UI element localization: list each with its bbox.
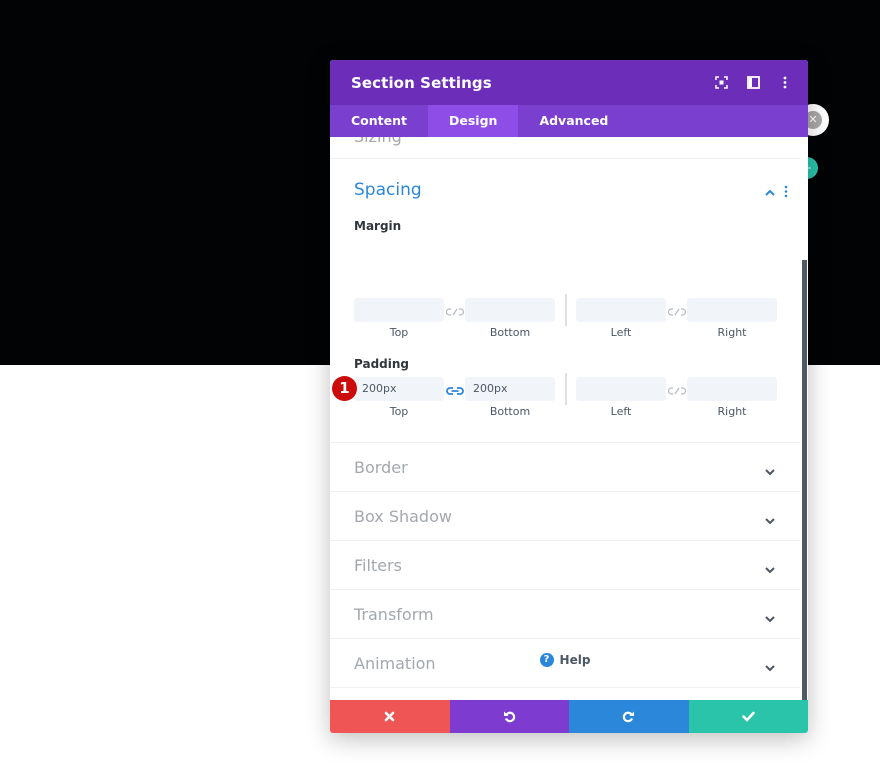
separator xyxy=(565,373,567,405)
margin-left-label: Left xyxy=(610,326,632,339)
padding-right-label: Right xyxy=(717,405,747,418)
help-icon: ? xyxy=(539,653,554,667)
modal-header: Section Settings xyxy=(330,60,808,105)
scrollbar-thumb[interactable] xyxy=(802,260,807,700)
section-transform[interactable]: Transform xyxy=(330,589,800,638)
tab-design[interactable]: Design xyxy=(428,105,519,137)
padding-right-input[interactable] xyxy=(687,377,777,401)
margin-label: Margin xyxy=(354,219,402,233)
padding-left-input[interactable] xyxy=(576,377,666,401)
tab-bar: Content Design Advanced xyxy=(330,105,808,137)
split-view-icon[interactable] xyxy=(744,74,762,92)
margin-right-label: Right xyxy=(717,326,747,339)
chevron-down-icon[interactable] xyxy=(764,511,776,525)
tab-content[interactable]: Content xyxy=(330,105,428,137)
chevron-down-icon[interactable] xyxy=(764,462,776,476)
header-icons xyxy=(712,60,794,105)
modal-title: Section Settings xyxy=(351,73,492,92)
section-title: Border xyxy=(354,458,408,477)
checkmark-icon xyxy=(741,711,755,722)
page: ✕ + Section Settings Content Design Adva… xyxy=(0,0,880,784)
padding-bottom-label: Bottom xyxy=(489,405,531,418)
section-settings-modal: Section Settings Content Design Advanced… xyxy=(330,60,808,733)
padding-bottom-input[interactable]: 200px xyxy=(465,377,555,401)
section-title-sizing[interactable]: Sizing xyxy=(354,137,402,146)
help-label: Help xyxy=(559,653,591,667)
section-title: Transform xyxy=(354,605,434,624)
chevron-down-icon[interactable] xyxy=(764,609,776,623)
more-options-icon[interactable] xyxy=(784,183,792,198)
section-title: Box Shadow xyxy=(354,507,452,526)
padding-left-label: Left xyxy=(610,405,632,418)
settings-body: Sizing Spacing Margin Top Bottom xyxy=(330,137,800,700)
section-border[interactable]: Border xyxy=(330,442,800,491)
linked-icon[interactable] xyxy=(446,382,464,395)
more-options-icon[interactable] xyxy=(776,74,794,92)
chevron-up-icon[interactable] xyxy=(764,183,778,197)
redo-icon xyxy=(623,711,635,723)
help-link[interactable]: ? Help xyxy=(330,653,800,667)
unlinked-icon[interactable] xyxy=(445,303,465,316)
padding-label: Padding xyxy=(354,357,409,371)
focus-mode-icon[interactable] xyxy=(712,74,730,92)
redo-button[interactable] xyxy=(569,700,689,733)
padding-top-label: Top xyxy=(389,405,409,418)
close-icon xyxy=(384,711,395,722)
padding-top-input[interactable]: 200px xyxy=(354,377,444,401)
section-box-shadow[interactable]: Box Shadow xyxy=(330,491,800,540)
divider xyxy=(330,687,800,688)
divider xyxy=(330,158,800,159)
undo-button[interactable] xyxy=(449,700,569,733)
tab-advanced[interactable]: Advanced xyxy=(518,105,629,137)
cancel-button[interactable] xyxy=(330,700,450,733)
margin-top-input[interactable] xyxy=(354,298,444,322)
save-button[interactable] xyxy=(688,700,808,733)
step-badge: 1 xyxy=(332,376,357,401)
margin-left-input[interactable] xyxy=(576,298,666,322)
section-filters[interactable]: Filters xyxy=(330,540,800,589)
section-title-spacing[interactable]: Spacing xyxy=(354,180,422,200)
margin-top-label: Top xyxy=(389,326,409,339)
margin-bottom-label: Bottom xyxy=(489,326,531,339)
chevron-down-icon[interactable] xyxy=(764,560,776,574)
modal-footer xyxy=(330,700,808,733)
margin-bottom-input[interactable] xyxy=(465,298,555,322)
separator xyxy=(565,294,567,326)
unlinked-icon[interactable] xyxy=(667,382,687,395)
undo-icon xyxy=(503,711,515,723)
margin-right-input[interactable] xyxy=(687,298,777,322)
unlinked-icon[interactable] xyxy=(667,303,687,316)
section-title: Filters xyxy=(354,556,402,575)
